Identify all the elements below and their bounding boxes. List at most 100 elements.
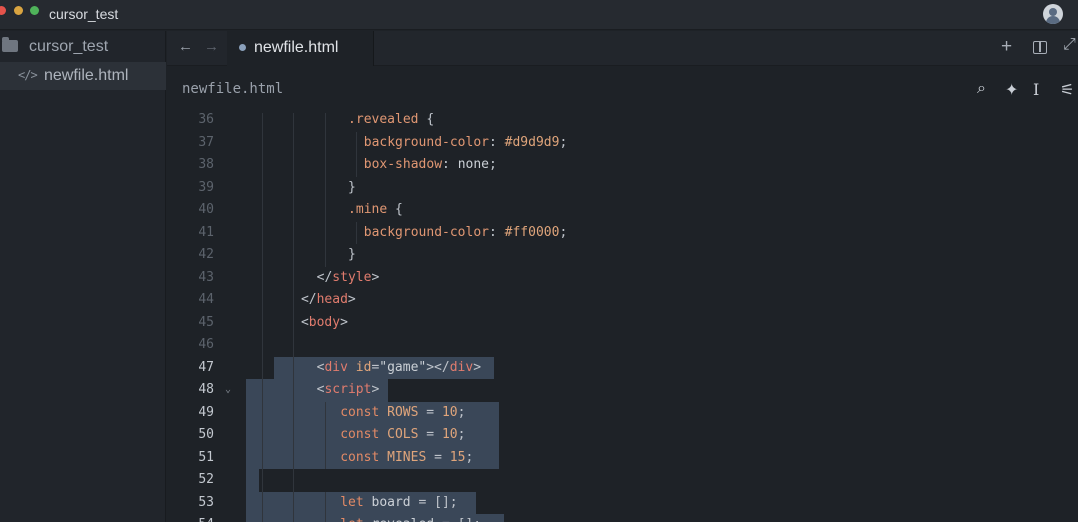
- indent-guide: [261, 113, 263, 132]
- code-line[interactable]: 44 </head>: [167, 289, 1078, 312]
- code-token: = [];: [410, 494, 458, 510]
- fold-chevron-icon[interactable]: ⌄: [225, 379, 231, 402]
- indent-guide: [293, 514, 295, 522]
- code-text: box-shadow: none;: [364, 154, 497, 177]
- folder-icon: [2, 37, 18, 52]
- indent-guide: [293, 113, 295, 132]
- text-cursor-icon[interactable]: I: [1033, 80, 1039, 99]
- code-token: ></: [426, 359, 450, 375]
- code-line[interactable]: 48 ⌄ <script>: [167, 379, 1078, 402]
- code-token: background-color: [363, 224, 489, 240]
- code-line[interactable]: 36 .revealed {: [167, 113, 1078, 132]
- code-token: none: [457, 157, 489, 172]
- code-text: background-color: #ff0000;: [364, 222, 568, 245]
- code-token: =: [418, 427, 442, 442]
- sliders-icon[interactable]: ⚟: [1060, 80, 1074, 100]
- sidebar-folder[interactable]: cursor_test: [0, 36, 166, 58]
- code-token: ;: [457, 427, 466, 442]
- breadcrumb[interactable]: newfile.html: [182, 81, 283, 97]
- line-number: 52: [198, 472, 214, 487]
- code-token: const: [340, 449, 380, 465]
- close-window-button[interactable]: [0, 6, 6, 15]
- maximize-window-button[interactable]: [30, 6, 39, 15]
- code-line[interactable]: 42}: [167, 244, 1078, 267]
- code-token: #ff0000: [504, 224, 560, 240]
- indent-guide: [355, 154, 357, 177]
- code-text: </style>: [317, 267, 380, 290]
- code-line[interactable]: 53 let board = [];: [167, 491, 1078, 514]
- code-line[interactable]: 37 background-color: #d9d9d9;: [167, 131, 1078, 154]
- indent-guide: [293, 491, 295, 514]
- search-icon[interactable]: ⌕: [977, 80, 986, 98]
- code-token: let: [340, 494, 364, 510]
- code-token: 10: [441, 427, 458, 442]
- avatar[interactable]: [1043, 4, 1063, 24]
- code-editor[interactable]: 36 .revealed {37 background-color: #d9d9d9…: [167, 113, 1078, 522]
- indent-guide: [261, 154, 263, 177]
- code-token: =: [418, 404, 442, 420]
- indent-guide: [324, 113, 326, 132]
- indent-guide: [261, 356, 263, 379]
- code-line[interactable]: 43 </style>: [167, 266, 1078, 290]
- avatar-head: [1049, 8, 1057, 16]
- code-token: background-color: [363, 134, 489, 150]
- code-token: MINES: [387, 449, 427, 465]
- expand-icon[interactable]: ⤢: [1063, 36, 1076, 54]
- code-token: = [];: [434, 517, 481, 522]
- code-line[interactable]: 45 <body>: [167, 311, 1078, 334]
- code-token: >: [371, 382, 380, 397]
- line-number: 47: [198, 359, 214, 375]
- code-line[interactable]: 52: [167, 469, 1078, 492]
- code-line[interactable]: 49 const ROWS = 10;: [167, 401, 1078, 424]
- code-token: div: [449, 359, 474, 375]
- code-token: 10: [441, 404, 458, 420]
- indent-guide: [293, 131, 295, 154]
- code-line[interactable]: 50 const COLS = 10;: [167, 424, 1078, 447]
- split-editor-icon[interactable]: [1033, 41, 1047, 54]
- code-line[interactable]: 41 background-color: #ff0000;: [167, 221, 1078, 245]
- tab-label: newfile.html: [254, 39, 339, 56]
- code-line[interactable]: 46: [167, 334, 1078, 357]
- code-token: :: [442, 157, 458, 172]
- code-text: let revealed = [];: [340, 514, 481, 522]
- sparkle-icon[interactable]: ✦: [1005, 80, 1018, 100]
- tab-newfile[interactable]: newfile.html: [227, 31, 374, 66]
- code-text: .mine {: [348, 199, 403, 222]
- code-token: :: [488, 224, 505, 240]
- code-token: board: [371, 494, 411, 510]
- code-line[interactable]: 54 let revealed = [];: [167, 514, 1078, 522]
- sidebar-folder-label: cursor_test: [29, 38, 109, 55]
- code-text: </head>: [301, 289, 356, 312]
- tab-bar: ← → newfile.html + ⤢: [167, 31, 1078, 66]
- code-token: ;: [559, 224, 568, 240]
- plus-icon[interactable]: +: [1001, 36, 1012, 58]
- arrow-left-icon[interactable]: ←: [178, 38, 193, 55]
- code-token: let: [340, 517, 363, 522]
- code-line[interactable]: 38 box-shadow: none;: [167, 154, 1078, 177]
- file-explorer: cursor_test </> newfile.html: [0, 31, 166, 522]
- code-line[interactable]: 47 <div id="game"></div>: [167, 356, 1078, 379]
- code-line[interactable]: 51 const MINES = 15;: [167, 446, 1078, 469]
- minimize-window-button[interactable]: [14, 6, 23, 15]
- arrow-right-icon[interactable]: →: [204, 38, 219, 55]
- code-token: :: [488, 134, 505, 150]
- code-token: body: [308, 314, 341, 330]
- code-token: COLS: [387, 427, 419, 442]
- indent-guide: [293, 334, 295, 357]
- indent-guide: [293, 199, 295, 222]
- code-text: const COLS = 10;: [340, 424, 465, 447]
- code-token: </: [316, 269, 333, 285]
- code-line[interactable]: 39}: [167, 176, 1078, 199]
- editor-toolbar: newfile.html ⌕ ✦ I ⚟: [167, 67, 1078, 113]
- line-number: 49: [198, 404, 214, 420]
- indent-guide: [293, 469, 295, 492]
- indent-guide: [293, 401, 295, 424]
- code-line[interactable]: 40 .mine {: [167, 199, 1078, 222]
- code-token: script: [324, 382, 372, 397]
- indent-guide: [261, 289, 263, 312]
- indent-guide: [324, 244, 326, 267]
- line-number: 50: [198, 427, 214, 442]
- sidebar-file-item[interactable]: </> newfile.html: [0, 62, 166, 90]
